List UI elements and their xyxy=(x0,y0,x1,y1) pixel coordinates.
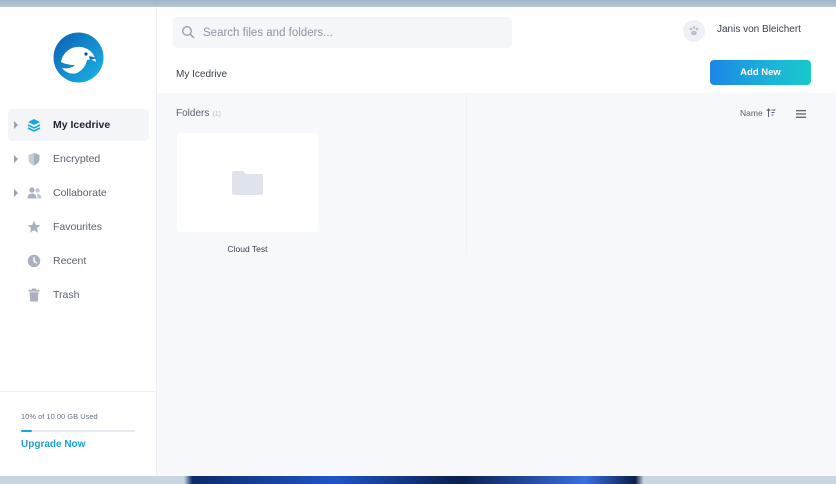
search-icon xyxy=(181,25,195,39)
icedrive-logo[interactable] xyxy=(53,32,104,83)
sidebar-item-label: My Icedrive xyxy=(53,119,111,131)
file-browser: Folders (1) Name Cloud Test xyxy=(157,93,836,476)
storage-progress-bar xyxy=(21,430,135,432)
sidebar-nav: My Icedrive Encrypted Collaborate Favour… xyxy=(8,109,149,313)
folders-title-text: Folders xyxy=(176,108,210,119)
storage-panel: 10% of 10.00 GB Used Upgrade Now xyxy=(0,391,157,476)
storage-usage-text: 10% of 10.00 GB Used xyxy=(21,412,98,421)
sort-icon xyxy=(766,108,776,117)
sidebar-item-recent[interactable]: Recent xyxy=(8,245,149,277)
add-new-button[interactable]: Add New xyxy=(710,60,811,85)
layers-icon xyxy=(26,117,42,133)
sidebar-item-label: Encrypted xyxy=(53,153,101,165)
sidebar-item-label: Trash xyxy=(53,289,80,301)
expand-caret-icon[interactable] xyxy=(14,121,18,129)
main-area: Janis von Bleichert My Icedrive Add New … xyxy=(157,7,836,476)
storage-progress-fill xyxy=(21,430,33,432)
folders-count: (1) xyxy=(212,111,221,118)
sort-by-name-button[interactable]: Name xyxy=(740,108,776,118)
sidebar: My Icedrive Encrypted Collaborate Favour… xyxy=(0,7,157,476)
folder-name[interactable]: Cloud Test xyxy=(177,244,318,254)
sidebar-item-trash[interactable]: Trash xyxy=(8,279,149,311)
sidebar-item-label: Collaborate xyxy=(53,187,107,199)
paw-icon xyxy=(689,26,699,36)
sidebar-item-collaborate[interactable]: Collaborate xyxy=(8,177,149,209)
list-view-toggle-icon[interactable] xyxy=(795,107,807,119)
sidebar-item-my-icedrive[interactable]: My Icedrive xyxy=(8,109,149,141)
shield-icon xyxy=(26,151,42,167)
sidebar-item-encrypted[interactable]: Encrypted xyxy=(8,143,149,175)
avatar[interactable] xyxy=(683,20,705,42)
sidebar-item-label: Recent xyxy=(53,255,87,267)
star-icon xyxy=(26,219,42,235)
divider xyxy=(466,93,467,253)
desktop-wallpaper-strip xyxy=(0,476,836,484)
expand-caret-icon[interactable] xyxy=(14,155,18,163)
user-name[interactable]: Janis von Bleichert xyxy=(717,24,801,35)
sidebar-item-favourites[interactable]: Favourites xyxy=(8,211,149,243)
search-input[interactable] xyxy=(203,23,503,43)
clock-icon xyxy=(26,253,42,269)
folder-card[interactable] xyxy=(177,133,318,232)
folders-section-title: Folders (1) xyxy=(176,108,221,119)
icedrive-app-window: My Icedrive Encrypted Collaborate Favour… xyxy=(0,7,836,476)
users-icon xyxy=(26,185,42,201)
trash-icon xyxy=(26,287,42,303)
folder-icon xyxy=(232,170,263,195)
expand-caret-icon[interactable] xyxy=(14,189,18,197)
search-bar[interactable] xyxy=(173,17,512,48)
upgrade-now-link[interactable]: Upgrade Now xyxy=(21,439,85,450)
sidebar-item-label: Favourites xyxy=(53,221,103,233)
sort-label: Name xyxy=(740,108,763,118)
breadcrumb[interactable]: My Icedrive xyxy=(176,69,227,80)
